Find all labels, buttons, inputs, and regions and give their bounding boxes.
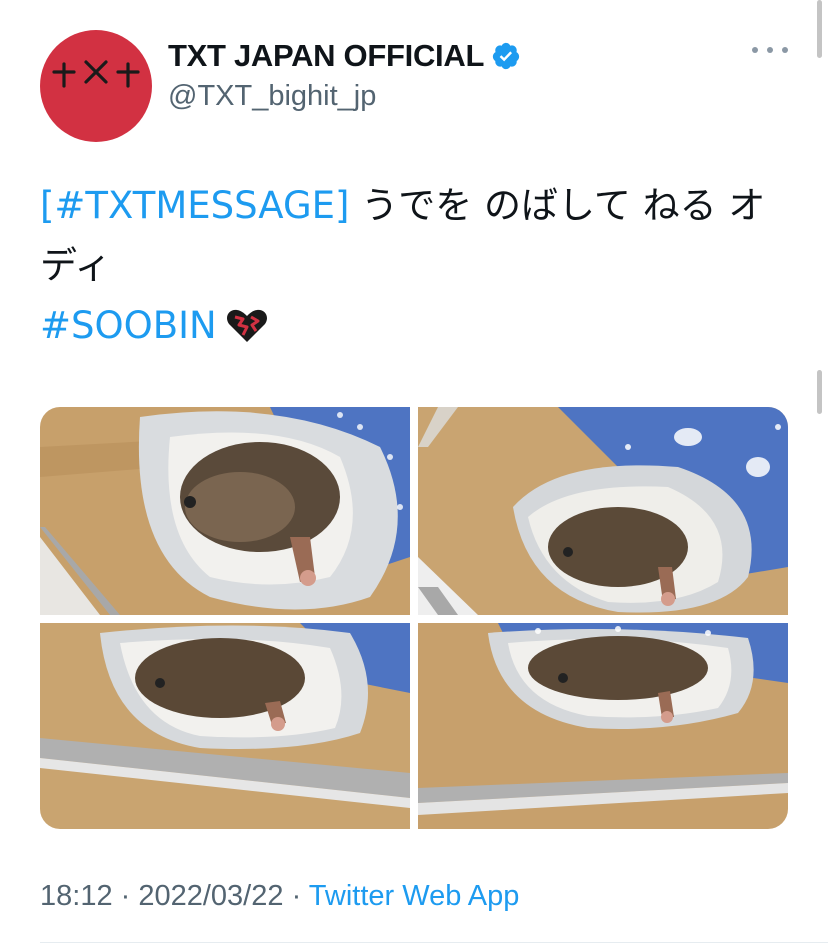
author-info: TXT JAPAN OFFICIAL @TXT_bighit_jp <box>168 38 521 113</box>
hedgehog-photo[interactable] <box>418 407 788 615</box>
hashtag-link[interactable]: #SOOBIN <box>40 304 217 347</box>
tweet-meta: 18:12 · 2022/03/22 · Twitter Web App <box>40 880 519 913</box>
separator-dot: · <box>112 880 139 912</box>
author-handle[interactable]: @TXT_bighit_jp <box>168 80 521 113</box>
hedgehog-photo[interactable] <box>418 623 788 829</box>
verified-badge-icon <box>492 42 520 70</box>
scrollbar-top[interactable] <box>817 0 822 58</box>
scrollbar-thumb[interactable] <box>817 370 822 414</box>
source-app-link[interactable]: Twitter Web App <box>309 880 520 912</box>
separator-dot: · <box>283 880 309 912</box>
author-name[interactable]: TXT JAPAN OFFICIAL <box>168 38 521 74</box>
media-grid <box>40 407 788 829</box>
hedgehog-photo[interactable] <box>40 407 410 615</box>
broken-heart-emoji-icon <box>226 309 267 342</box>
tweet-header: TXT JAPAN OFFICIAL @TXT_bighit_jp <box>40 30 800 142</box>
tweet-text: [#TXTMESSAGE] うでを のばして ねる オディ #SOOBIN <box>40 176 780 356</box>
txt-logo-icon <box>52 60 140 88</box>
divider <box>40 942 828 943</box>
tweet-time[interactable]: 18:12 <box>40 880 113 912</box>
avatar[interactable] <box>40 30 152 142</box>
more-dots-icon[interactable] <box>752 40 788 60</box>
hedgehog-photo[interactable] <box>40 623 410 829</box>
tweet-date[interactable]: 2022/03/22 <box>138 880 283 912</box>
hashtag-link[interactable]: [#TXTMESSAGE] <box>40 184 349 227</box>
